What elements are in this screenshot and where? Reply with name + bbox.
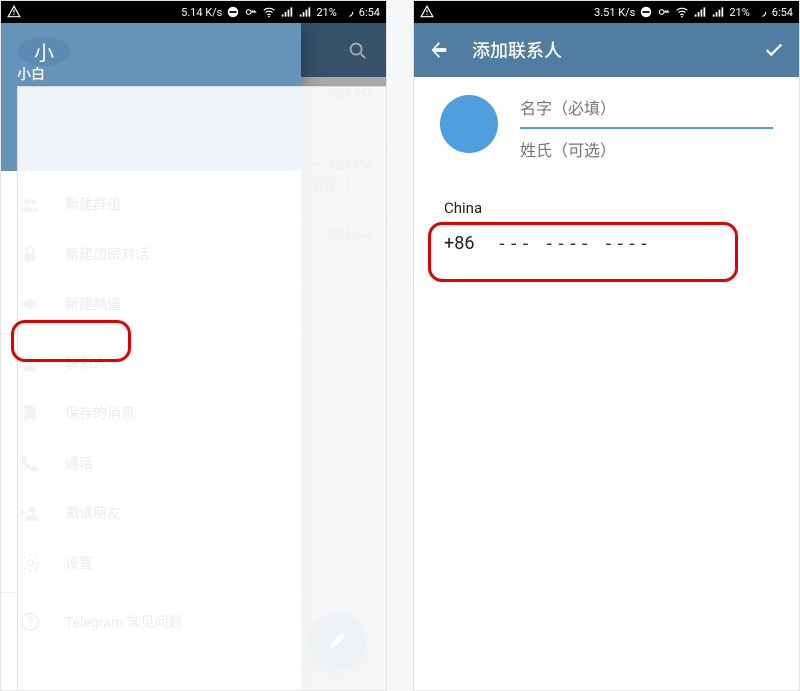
- add-contact-form: China +86 --- ---- ----: [414, 77, 799, 272]
- country-selector[interactable]: China: [444, 199, 773, 217]
- net-speed: 5.14 K/s: [181, 6, 222, 19]
- vpn-key-icon: [244, 5, 258, 19]
- warning-icon: [7, 5, 21, 19]
- battery-percent: 21%: [316, 6, 336, 19]
- wifi-icon: [262, 5, 276, 19]
- avatar[interactable]: 小: [17, 37, 71, 66]
- signal-icon: [280, 5, 294, 19]
- back-icon[interactable]: [428, 39, 450, 61]
- signal-icon: [298, 5, 312, 19]
- first-name-input[interactable]: [520, 95, 773, 129]
- status-bar: 5.14 K/s 21% 6:54: [1, 1, 386, 23]
- battery-percent: 21%: [729, 6, 749, 19]
- avatar-initial: 小: [34, 37, 54, 66]
- phone-number-input[interactable]: --- ---- ----: [496, 233, 650, 254]
- add-contact-appbar: 添加联系人: [414, 23, 799, 77]
- left-phone-drawer-screen: 5.14 K/s 21% 6:54 5:36 PM 5:23 PM )17) 1…: [0, 0, 387, 691]
- clock: 6:54: [772, 6, 793, 19]
- net-speed: 3.51 K/s: [594, 6, 635, 19]
- right-phone-add-contact-screen: 3.51 K/s 21% 6:54 添加联系人 China +86 --- --…: [413, 0, 800, 691]
- confirm-check-icon[interactable]: [763, 39, 785, 61]
- page-title: 添加联系人: [472, 37, 741, 63]
- warning-icon: [420, 5, 434, 19]
- phone-number-row[interactable]: +86 --- ---- ----: [440, 219, 773, 272]
- last-name-input[interactable]: [520, 137, 773, 169]
- clock: 6:54: [359, 6, 380, 19]
- signal-icon: [693, 5, 707, 19]
- status-bar: 3.51 K/s 21% 6:54: [414, 1, 799, 23]
- drawer-user-phone: +86: [17, 86, 387, 691]
- battery-ring-icon: [754, 5, 768, 19]
- vpn-key-icon: [657, 5, 671, 19]
- signal-icon: [711, 5, 725, 19]
- dnd-icon: [226, 5, 240, 19]
- drawer-user-name: 小白: [17, 66, 285, 86]
- country-code[interactable]: +86: [444, 233, 474, 254]
- dnd-icon: [639, 5, 653, 19]
- avatar-placeholder[interactable]: [440, 95, 498, 153]
- drawer-header: 小 小白 +86: [1, 23, 301, 171]
- battery-ring-icon: [341, 5, 355, 19]
- navigation-drawer: 小 小白 +86 新建群组 新建加密对话 新建频道 联系人: [1, 23, 301, 690]
- wifi-icon: [675, 5, 689, 19]
